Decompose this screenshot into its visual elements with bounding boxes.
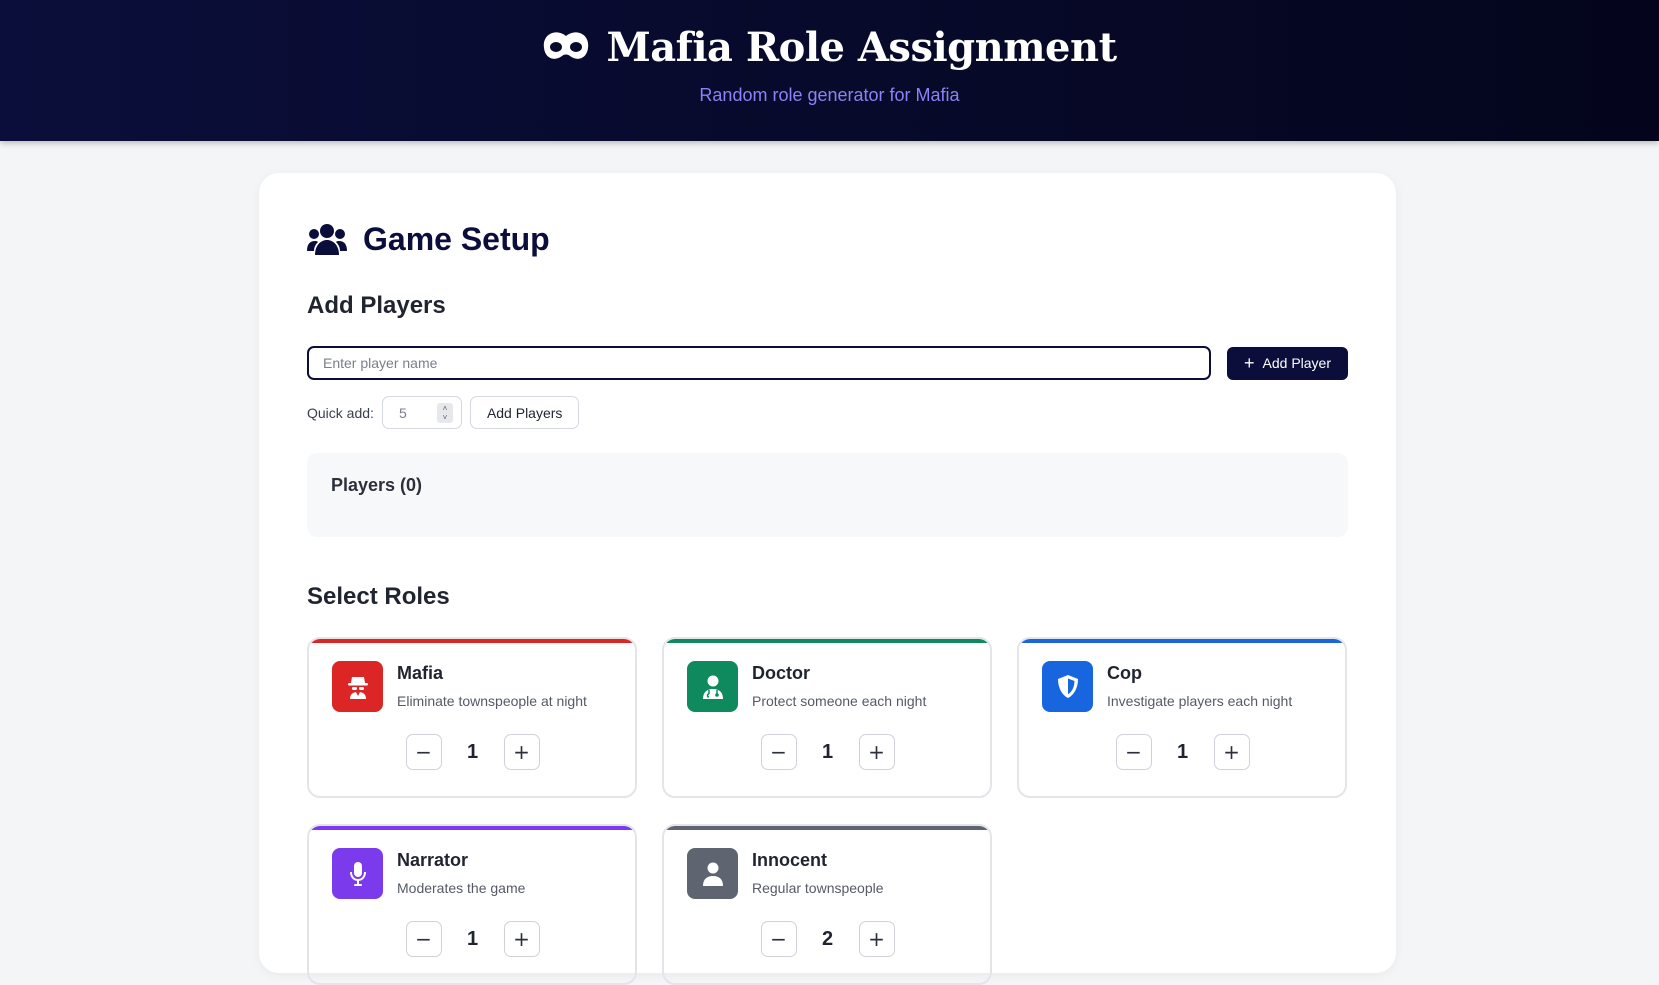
role-counter: − 1 + [1042,734,1323,770]
setup-title-row: Game Setup [307,221,1348,258]
increment-button[interactable]: + [858,921,895,957]
players-list: Players (0) [307,453,1348,537]
role-name: Mafia [397,663,444,683]
add-player-row: + Add Player [307,346,1348,380]
role-description: Investigate players each night [1107,693,1293,709]
role-card-doctor: Doctor Protect someone each night − 1 + [662,637,992,798]
role-count: 1 [466,927,479,950]
quick-add-count-input[interactable]: 5 ˄ ˅ [381,396,462,429]
decrement-button[interactable]: − [760,734,797,770]
role-count: 1 [466,740,479,763]
decrement-button[interactable]: − [405,921,442,957]
spy-icon [332,661,383,712]
doctor-icon [687,661,738,712]
increment-button[interactable]: + [858,734,895,770]
quick-add-row: Quick add: 5 ˄ ˅ Add Players [307,396,1348,429]
role-color-bar [664,826,990,830]
role-color-bar [309,826,635,830]
role-count: 1 [1176,740,1189,763]
role-color-bar [664,639,990,643]
quick-add-players-button[interactable]: Add Players [469,396,580,429]
role-counter: − 1 + [332,734,613,770]
microphone-icon [332,848,383,899]
role-description: Moderates the game [397,880,526,896]
players-heading: Players (0) [331,475,423,495]
add-players-heading: Add Players [307,292,446,319]
role-description: Protect someone each night [752,693,927,709]
plus-icon: + [1244,353,1255,373]
mask-icon [544,31,589,59]
role-count: 2 [821,927,834,950]
game-setup-card: Game Setup Add Players + Add Player Quic… [259,173,1396,985]
app-header: Mafia Role Assignment Random role genera… [0,0,1659,141]
setup-title: Game Setup [363,221,550,257]
role-count: 1 [821,740,834,763]
decrement-button[interactable]: − [1115,734,1152,770]
select-roles-heading: Select Roles [307,583,450,610]
app-title: Mafia Role Assignment [606,24,1117,71]
role-name: Narrator [397,850,469,870]
role-color-bar [1019,639,1345,643]
role-card-cop: Cop Investigate players each night − 1 + [1017,637,1347,798]
add-player-button[interactable]: + Add Player [1227,346,1348,380]
app-subtitle: Random role generator for Mafia [699,85,960,105]
role-card-mafia: Mafia Eliminate townspeople at night − 1… [307,637,637,798]
increment-button[interactable]: + [503,921,540,957]
role-card-narrator: Narrator Moderates the game − 1 + [307,824,637,985]
increment-button[interactable]: + [1213,734,1250,770]
role-description: Regular townspeople [752,880,884,896]
user-icon [687,848,738,899]
role-name: Innocent [752,850,827,870]
users-icon [307,223,347,255]
role-name: Doctor [752,663,810,683]
role-counter: − 1 + [687,734,968,770]
role-color-bar [309,639,635,643]
shield-icon [1042,661,1093,712]
decrement-button[interactable]: − [760,921,797,957]
quick-add-value: 5 [398,404,407,421]
spinner-icon[interactable]: ˄ ˅ [436,402,453,423]
role-card-innocent: Innocent Regular townspeople − 2 + [662,824,992,985]
decrement-button[interactable]: − [405,734,442,770]
increment-button[interactable]: + [503,734,540,770]
role-description: Eliminate townspeople at night [397,693,587,709]
role-name: Cop [1107,663,1142,683]
header-title-row: Mafia Role Assignment [0,24,1659,71]
role-counter: − 1 + [332,921,613,957]
roles-grid: Mafia Eliminate townspeople at night − 1… [307,637,1348,985]
role-counter: − 2 + [687,921,968,957]
add-player-label: Add Player [1262,355,1331,371]
quick-add-label: Quick add: [307,404,374,421]
player-name-input[interactable] [307,346,1211,380]
